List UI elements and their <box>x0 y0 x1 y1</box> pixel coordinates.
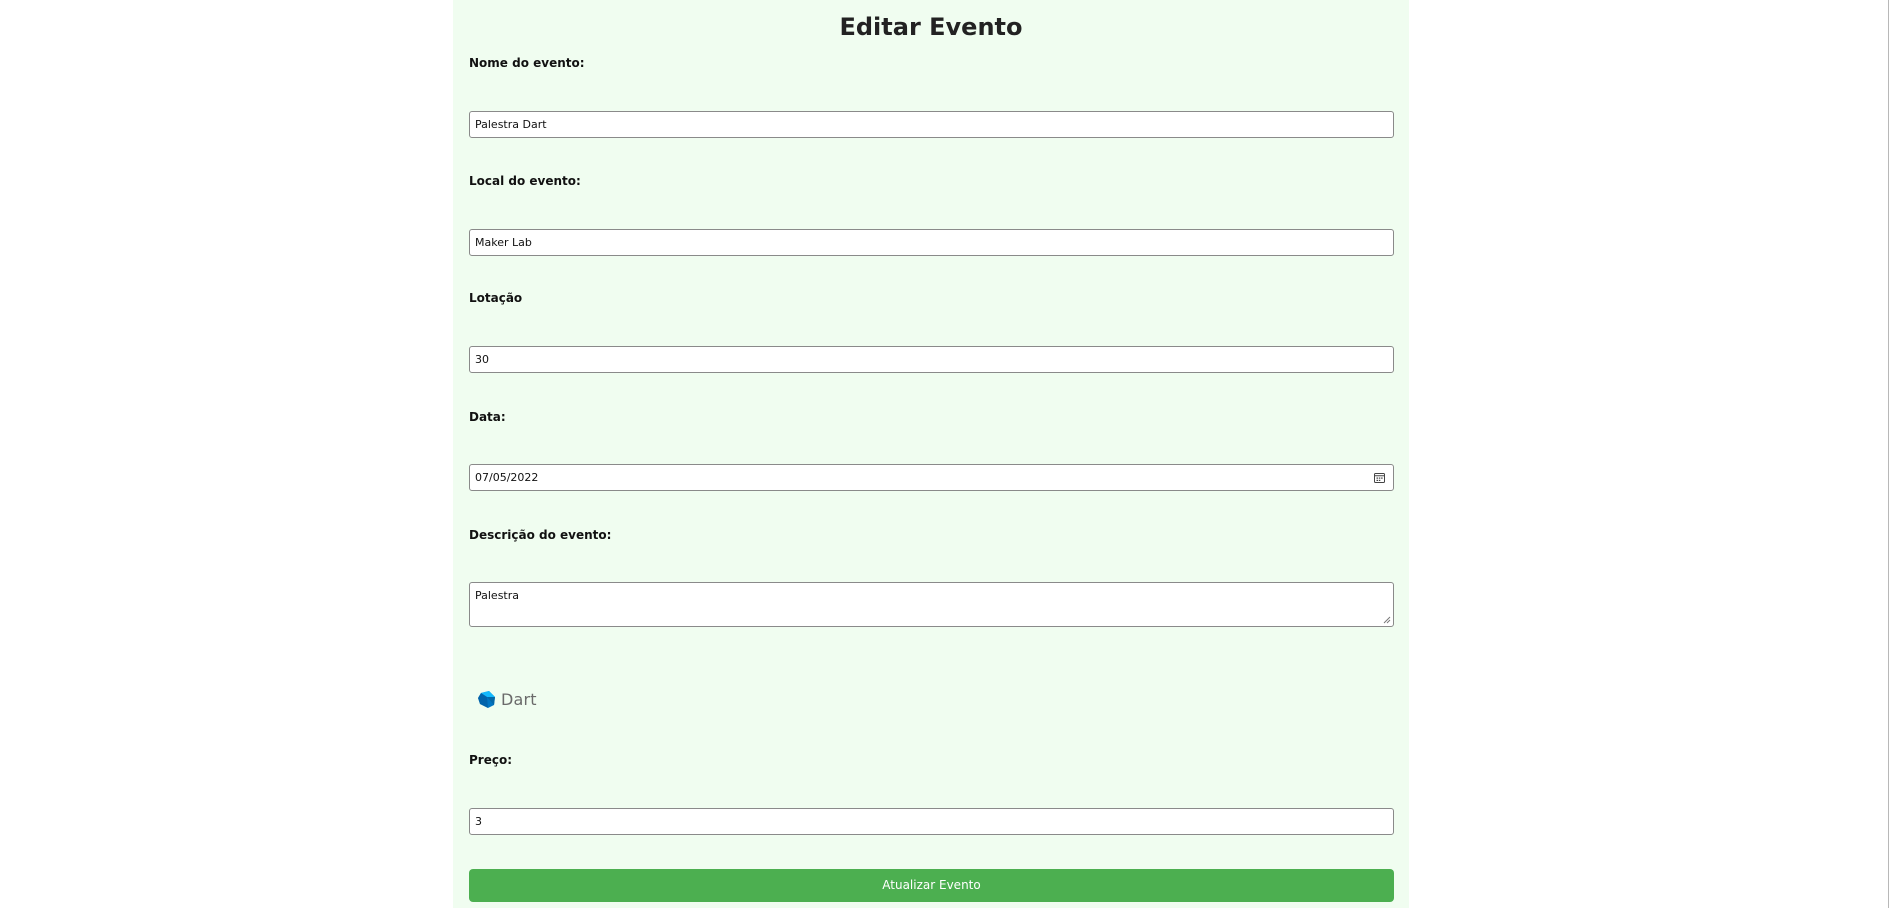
page: Editar Evento Nome do evento: Palestra D… <box>0 0 1891 908</box>
update-event-button[interactable]: Atualizar Evento <box>469 869 1394 902</box>
edit-event-form: Editar Evento Nome do evento: Palestra D… <box>453 0 1409 908</box>
capacity-label: Lotação <box>469 291 523 305</box>
date-label: Data: <box>469 410 506 424</box>
event-location-input[interactable]: Maker Lab <box>469 229 1394 256</box>
resize-handle-icon[interactable] <box>1383 616 1391 624</box>
description-value: Palestra <box>475 589 520 602</box>
scrollbar[interactable] <box>1888 0 1889 908</box>
date-input[interactable]: 07/05/2022 <box>469 464 1394 491</box>
dart-logo-icon <box>478 690 495 708</box>
event-location-label: Local do evento: <box>469 174 581 188</box>
calendar-icon[interactable] <box>1374 472 1385 483</box>
dart-logo-text: Dart <box>501 689 537 709</box>
description-textarea[interactable]: Palestra <box>469 582 1394 627</box>
description-label: Descrição do evento: <box>469 528 612 542</box>
page-title: Editar Evento <box>839 13 1023 41</box>
capacity-input[interactable]: 30 <box>469 346 1394 373</box>
event-name-input[interactable]: Palestra Dart <box>469 111 1394 138</box>
price-input[interactable]: 3 <box>469 808 1394 835</box>
dart-logo: Dart <box>477 688 537 710</box>
event-name-label: Nome do evento: <box>469 56 585 70</box>
price-label: Preço: <box>469 753 513 767</box>
date-value: 07/05/2022 <box>475 471 539 484</box>
